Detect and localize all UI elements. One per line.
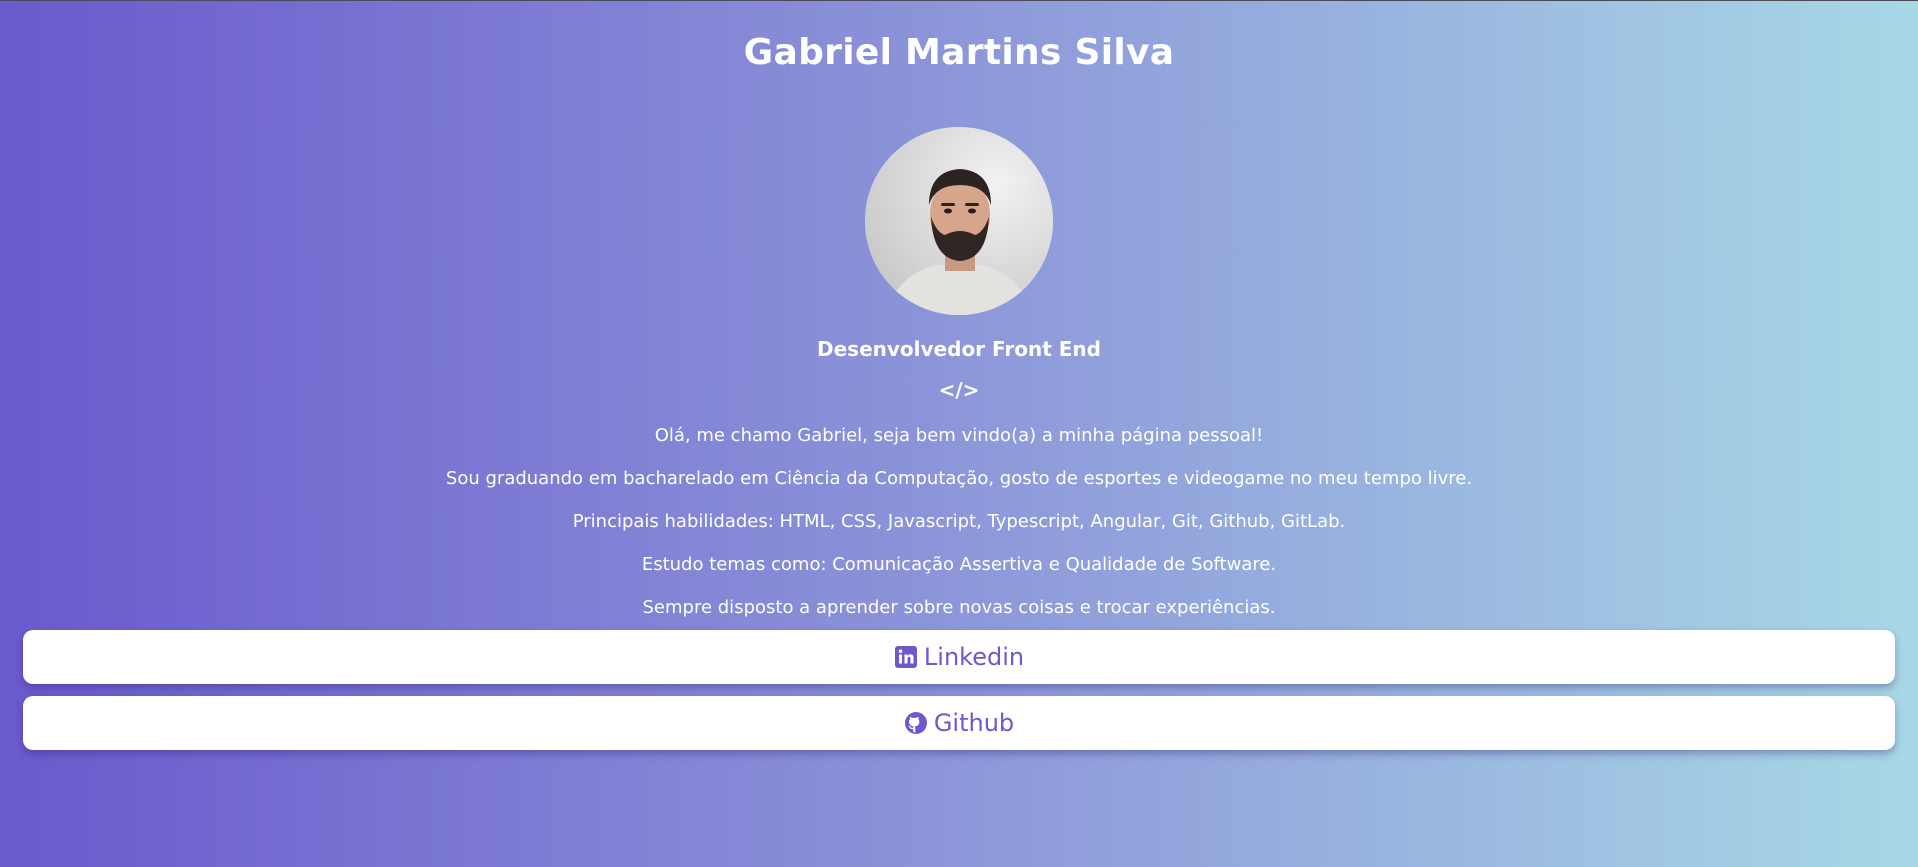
bio-line: Sempre disposto a aprender sobre novas c…: [642, 597, 1276, 618]
bio: Olá, me chamo Gabriel, seja bem vindo(a)…: [446, 414, 1472, 629]
bio-line: Olá, me chamo Gabriel, seja bem vindo(a)…: [654, 425, 1264, 446]
github-label: Github: [933, 709, 1015, 737]
social-links: Linkedin Github: [0, 630, 1918, 762]
github-icon: [904, 711, 928, 735]
github-button[interactable]: Github: [23, 696, 1895, 750]
avatar: [865, 127, 1053, 315]
bio-line: Estudo temas como: Comunicação Assertiva…: [641, 554, 1277, 575]
profile-page: Gabriel Martins Silva Desenvolvedor Fron…: [0, 1, 1918, 762]
bio-line: Principais habilidades: HTML, CSS, Javas…: [572, 511, 1346, 532]
profile-photo: [865, 127, 1053, 315]
page-title: Gabriel Martins Silva: [743, 32, 1175, 73]
linkedin-button[interactable]: Linkedin: [23, 630, 1895, 684]
job-title: Desenvolvedor Front End: [817, 337, 1101, 361]
linkedin-label: Linkedin: [923, 643, 1025, 671]
linkedin-icon: [894, 645, 918, 669]
bio-line: Sou graduando em bacharelado em Ciência …: [445, 468, 1473, 489]
code-icon: </>: [938, 378, 980, 402]
